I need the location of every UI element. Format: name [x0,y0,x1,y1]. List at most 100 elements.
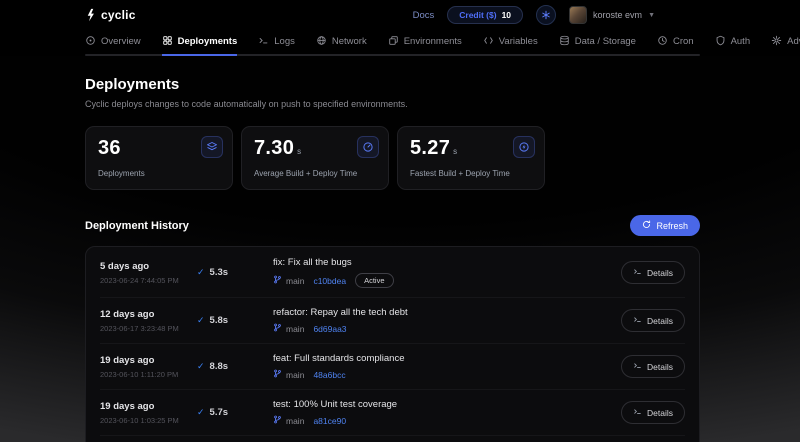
gauge-icon [357,136,379,158]
globe-icon [316,35,327,49]
refresh-button[interactable]: Refresh [630,215,700,236]
gear-icon [771,35,782,49]
speed-icon [513,136,535,158]
code-brackets-icon [483,35,494,49]
details-button[interactable]: Details [621,355,685,378]
clock-icon [657,35,668,49]
avatar [569,6,587,24]
tab-auth[interactable]: Auth [715,30,751,56]
tab-label: Advanced [787,36,800,47]
credit-value: 10 [502,10,511,20]
deployment-row: 12 days ago 2023-06-17 3:23:48 PM ✓ 5.8s… [100,298,685,344]
commit-hash-link[interactable]: c10bdea [313,276,346,286]
build-duration: 8.8s [210,361,229,372]
git-branch-icon [273,275,282,286]
details-button[interactable]: Details [621,261,685,284]
history-title: Deployment History [85,220,189,232]
branch: main [273,415,304,426]
commit-hash-link[interactable]: 48a6bcc [313,370,345,380]
tab-deployments[interactable]: Deployments [162,30,238,56]
stat-value: 7.30 [254,137,294,160]
page-subtitle: Cyclic deploys changes to code automatic… [85,99,700,109]
timestamp: 2023-06-10 1:03:25 PM [100,416,197,425]
tab-environments[interactable]: Environments [388,30,462,56]
build-duration: 5.8s [210,315,229,326]
stat-label: Deployments [98,169,220,178]
stat-card-average-time: 7.30 s Average Build + Deploy Time [241,126,389,190]
user-menu[interactable]: koroste evm ▼ [569,6,655,24]
commit-hash-link[interactable]: 6d69aa3 [313,324,346,334]
stat-card-deployments: 36 Deployments [85,126,233,190]
deployment-row: 19 days ago 2023-06-10 1:11:20 PM ✓ 8.8s… [100,344,685,390]
details-label: Details [647,362,673,372]
branch: main [273,275,304,286]
tab-data-storage[interactable]: Data / Storage [559,30,636,56]
tab-cron[interactable]: Cron [657,30,694,56]
tab-label: Logs [274,36,295,47]
stat-label: Average Build + Deploy Time [254,169,376,178]
tab-logs[interactable]: Logs [258,30,295,56]
deployment-row: 5 days ago 2023-06-24 7:44:05 PM ✓ 5.3s … [100,248,685,298]
relative-time: 19 days ago [100,401,197,412]
branch-name: main [286,276,304,286]
commit-message: refactor: Repay all the tech debt [273,307,621,318]
details-button[interactable]: Details [621,401,685,424]
timestamp: 2023-06-24 7:44:05 PM [100,276,197,285]
credit-label: Credit ($) [459,10,496,20]
spark-icon[interactable] [536,5,556,25]
branch: main [273,323,304,334]
tab-network[interactable]: Network [316,30,367,56]
branch-name: main [286,416,304,426]
details-button[interactable]: Details [621,309,685,332]
app-window: cyclic Docs Credit ($) 10 koroste evm ▼ [0,0,800,442]
tab-label: Network [332,36,367,47]
details-label: Details [647,268,673,278]
deployment-history-list: 5 days ago 2023-06-24 7:44:05 PM ✓ 5.3s … [85,246,700,442]
stat-card-fastest-time: 5.27 s Fastest Build + Deploy Time [397,126,545,190]
cyclic-logo[interactable]: cyclic [85,8,136,22]
relative-time: 19 days ago [100,355,197,366]
layers-icon [201,136,223,158]
commit-message: test: 100% Unit test coverage [273,399,621,410]
build-duration: 5.3s [210,267,229,278]
check-icon: ✓ [197,407,205,418]
git-branch-icon [273,323,282,334]
shield-icon [715,35,726,49]
refresh-icon [642,220,651,231]
branch-name: main [286,324,304,334]
terminal-icon [633,267,642,278]
tab-label: Auth [731,36,751,47]
terminal-icon [258,35,269,49]
deployment-row: 19 days ago 2023-06-10 10:17:39 AM ✓ 7.6… [100,436,685,442]
terminal-icon [633,315,642,326]
environments-icon [388,35,399,49]
tab-advanced[interactable]: Advanced [771,30,800,56]
check-icon: ✓ [197,267,205,278]
credit-badge[interactable]: Credit ($) 10 [447,6,523,24]
stat-unit: s [453,147,457,156]
commit-message: fix: Fix all the bugs [273,257,621,268]
top-header: cyclic Docs Credit ($) 10 koroste evm ▼ [0,0,800,30]
page-title: Deployments [85,76,700,93]
commit-hash-link[interactable]: a81ce90 [313,416,346,426]
tab-variables[interactable]: Variables [483,30,538,56]
stat-value: 36 [98,137,121,160]
bolt-icon [85,8,96,22]
stat-cards: 36 Deployments 7.30 s Average Build + De… [85,126,700,190]
tab-label: Cron [673,36,694,47]
tab-label: Environments [404,36,462,47]
refresh-label: Refresh [656,221,688,231]
deployment-row: 19 days ago 2023-06-10 1:03:25 PM ✓ 5.7s… [100,390,685,436]
tab-label: Variables [499,36,538,47]
commit-message: feat: Full standards compliance [273,353,621,364]
tab-overview[interactable]: Overview [85,30,141,56]
terminal-icon [633,361,642,372]
check-icon: ✓ [197,361,205,372]
active-badge: Active [355,273,393,288]
chevron-down-icon: ▼ [648,12,655,19]
details-label: Details [647,408,673,418]
docs-link[interactable]: Docs [413,10,435,21]
logo-text: cyclic [101,8,136,22]
deployments-icon [162,35,173,49]
details-label: Details [647,316,673,326]
